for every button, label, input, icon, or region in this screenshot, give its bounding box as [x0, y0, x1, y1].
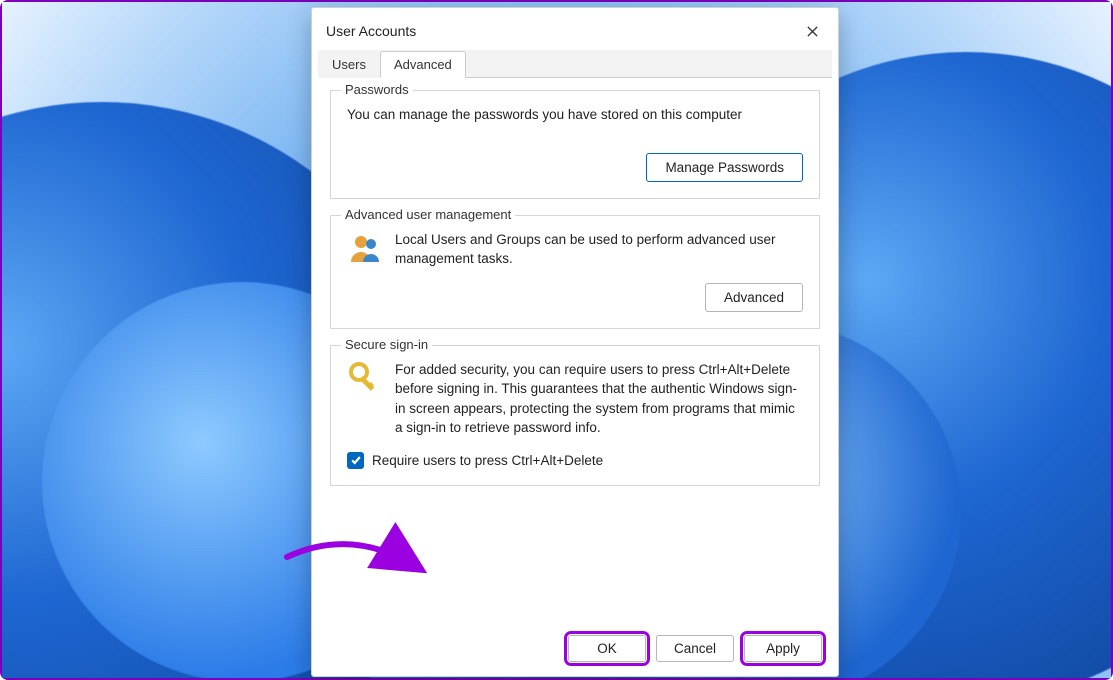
- tab-strip: Users Advanced: [318, 50, 832, 78]
- close-button[interactable]: [796, 17, 828, 45]
- titlebar: User Accounts: [312, 8, 838, 46]
- require-cad-checkbox[interactable]: [347, 452, 364, 469]
- ok-button[interactable]: OK: [568, 635, 646, 662]
- passwords-desc: You can manage the passwords you have st…: [347, 105, 803, 125]
- dialog-title: User Accounts: [326, 23, 416, 39]
- check-icon: [350, 454, 362, 466]
- cancel-button[interactable]: Cancel: [656, 635, 734, 662]
- group-user-management: Advanced user management Local Users and…: [330, 215, 820, 329]
- require-cad-checkbox-row[interactable]: Require users to press Ctrl+Alt+Delete: [347, 452, 803, 469]
- group-passwords-legend: Passwords: [341, 82, 413, 97]
- group-secure-signin-legend: Secure sign-in: [341, 337, 432, 352]
- tab-advanced[interactable]: Advanced: [380, 51, 466, 78]
- user-accounts-dialog: User Accounts Users Advanced Passwords Y…: [311, 7, 839, 677]
- user-mgmt-desc: Local Users and Groups can be used to pe…: [395, 230, 803, 269]
- manage-passwords-button[interactable]: Manage Passwords: [646, 153, 803, 182]
- require-cad-label: Require users to press Ctrl+Alt+Delete: [372, 453, 603, 468]
- dialog-content: Passwords You can manage the passwords y…: [312, 78, 838, 625]
- dialog-footer: OK Cancel Apply: [312, 625, 838, 676]
- group-passwords: Passwords You can manage the passwords y…: [330, 90, 820, 199]
- group-user-management-legend: Advanced user management: [341, 207, 515, 222]
- tab-users[interactable]: Users: [318, 51, 380, 78]
- close-icon: [806, 25, 819, 38]
- users-icon: [347, 230, 383, 266]
- key-icon: [347, 360, 383, 396]
- apply-button[interactable]: Apply: [744, 635, 822, 662]
- advanced-button[interactable]: Advanced: [705, 283, 803, 312]
- secure-signin-desc: For added security, you can require user…: [395, 360, 803, 438]
- group-secure-signin: Secure sign-in For added security, you c…: [330, 345, 820, 486]
